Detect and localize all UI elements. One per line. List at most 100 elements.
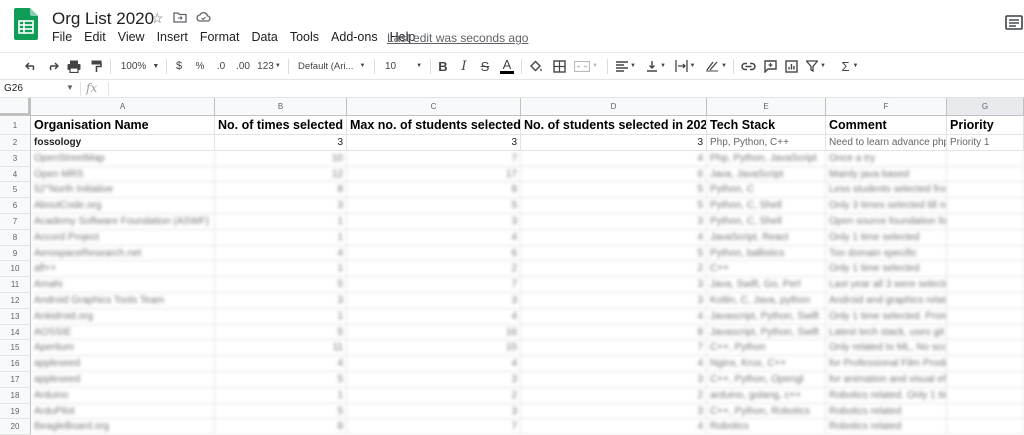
row-header[interactable]: 9 [0,246,31,261]
cell-times-selected[interactable]: 5 [215,404,347,419]
select-all-corner[interactable] [0,98,31,116]
merge-cells-icon[interactable]: ▼ [573,57,599,75]
header-times-selected[interactable]: No. of times selected [215,116,347,135]
row-header[interactable]: 6 [0,198,31,214]
increase-decimal-button[interactable]: .00 [234,57,252,75]
row-header[interactable]: 4 [0,167,31,182]
cell-max-students[interactable]: 4 [347,230,521,246]
cell-priority[interactable] [947,151,1024,167]
cell-organisation[interactable]: 52°North Initiative [31,182,215,198]
cell-times-selected[interactable]: 1 [215,230,347,246]
cell-max-students[interactable]: 17 [347,167,521,182]
undo-icon[interactable] [24,57,38,75]
cell-priority[interactable]: Priority 1 [947,135,1024,151]
row-header[interactable]: 10 [0,261,31,277]
cell-times-selected[interactable]: 1 [215,309,347,325]
column-header-f[interactable]: F [826,98,947,116]
font-size-select[interactable]: 10 ▼ [382,57,426,75]
cell-priority[interactable] [947,293,1024,309]
menu-addons[interactable]: Add-ons [331,30,378,44]
menu-tools[interactable]: Tools [290,30,319,44]
cell-tech-stack[interactable]: Java, Swift, Go, Perl [707,277,826,293]
row-header[interactable]: 12 [0,293,31,309]
cell-times-selected[interactable]: 3 [215,198,347,214]
row-header[interactable]: 13 [0,309,31,325]
cell-tech-stack[interactable]: Javascript, Python, Swift [707,309,826,325]
redo-icon[interactable] [45,57,59,75]
row-header[interactable]: 18 [0,388,31,404]
cell-tech-stack[interactable]: C++, Python [707,340,826,356]
cell-comment[interactable]: Too domain specific [826,246,947,261]
row-header[interactable]: 16 [0,356,31,372]
cell-tech-stack[interactable]: C++ [707,261,826,277]
cell-students-2020[interactable]: 2 [521,261,707,277]
insert-link-icon[interactable] [739,57,757,75]
cell-students-2020[interactable]: 3 [521,135,707,151]
cell-students-2020[interactable]: 7 [521,340,707,356]
cell-max-students[interactable]: 2 [347,388,521,404]
horizontal-align-icon[interactable]: ▼ [614,57,638,75]
cell-students-2020[interactable]: 3 [521,404,707,419]
cell-priority[interactable] [947,325,1024,340]
header-tech-stack[interactable]: Tech Stack [707,116,826,135]
cell-times-selected[interactable]: 4 [215,246,347,261]
comment-history-icon[interactable] [1004,14,1024,32]
row-header[interactable]: 5 [0,182,31,198]
menu-edit[interactable]: Edit [84,30,106,44]
header-max-students[interactable]: Max no. of students selected [347,116,521,135]
cell-tech-stack[interactable]: Python, C, Shell [707,198,826,214]
cell-priority[interactable] [947,198,1024,214]
menu-file[interactable]: File [52,30,72,44]
borders-icon[interactable] [551,57,567,75]
document-title[interactable]: Org List 2020 [52,9,154,29]
cell-tech-stack[interactable]: Php, Python, JavaScript [707,151,826,167]
row-header[interactable]: 15 [0,340,31,356]
cell-comment[interactable]: for animation and visual effects [826,372,947,388]
cell-times-selected[interactable]: 1 [215,388,347,404]
cell-students-2020[interactable]: 8 [521,325,707,340]
cell-students-2020[interactable]: 4 [521,309,707,325]
cell-tech-stack[interactable]: C++, Python, Opengl [707,372,826,388]
header-students-2020[interactable]: No. of students selected in 2020 [521,116,707,135]
cell-organisation[interactable]: ArduPilot [31,404,215,419]
cell-students-2020[interactable]: 2 [521,388,707,404]
cloud-status-icon[interactable] [195,10,211,27]
cell-tech-stack[interactable]: Kotlin, C, Java, python [707,293,826,309]
cell-times-selected[interactable]: 4 [215,356,347,372]
cell-max-students[interactable]: 3 [347,372,521,388]
cell-max-students[interactable]: 6 [347,246,521,261]
cell-students-2020[interactable]: 5 [521,246,707,261]
cell-organisation[interactable]: Accord Project [31,230,215,246]
vertical-align-icon[interactable]: ▼ [644,57,668,75]
cell-priority[interactable] [947,246,1024,261]
cell-organisation[interactable]: Arduino [31,388,215,404]
row-header[interactable]: 8 [0,230,31,246]
cell-priority[interactable] [947,356,1024,372]
cell-students-2020[interactable]: 3 [521,277,707,293]
cell-tech-stack[interactable]: Php, Python, C++ [707,135,826,151]
chevron-down-icon[interactable]: ▼ [66,83,74,92]
cell-comment[interactable]: Only related to ML, No scope for other [826,340,947,356]
menu-data[interactable]: Data [251,30,277,44]
row-header[interactable]: 11 [0,277,31,293]
cell-max-students[interactable]: 7 [347,277,521,293]
percent-format-button[interactable]: % [194,57,206,75]
cell-organisation[interactable]: Academy Software Foundation (ASWF) [31,214,215,230]
cell-students-2020[interactable]: 5 [521,182,707,198]
cell-comment[interactable]: Only 1 time selected [826,230,947,246]
cell-times-selected[interactable]: 3 [215,293,347,309]
cell-organisation[interactable]: afl++ [31,261,215,277]
cell-priority[interactable] [947,230,1024,246]
cell-times-selected[interactable]: 5 [215,325,347,340]
row-header[interactable]: 14 [0,325,31,340]
cell-max-students[interactable]: 8 [347,182,521,198]
cell-max-students[interactable]: 16 [347,325,521,340]
cell-students-2020[interactable]: 3 [521,293,707,309]
sheets-logo-icon[interactable] [14,8,38,40]
cell-organisation[interactable]: appleseed [31,372,215,388]
cell-students-2020[interactable]: 4 [521,151,707,167]
cell-max-students[interactable]: 2 [347,261,521,277]
cell-organisation[interactable]: Ankidroid.org [31,309,215,325]
filter-icon[interactable]: ▼ [805,57,827,75]
cell-priority[interactable] [947,214,1024,230]
